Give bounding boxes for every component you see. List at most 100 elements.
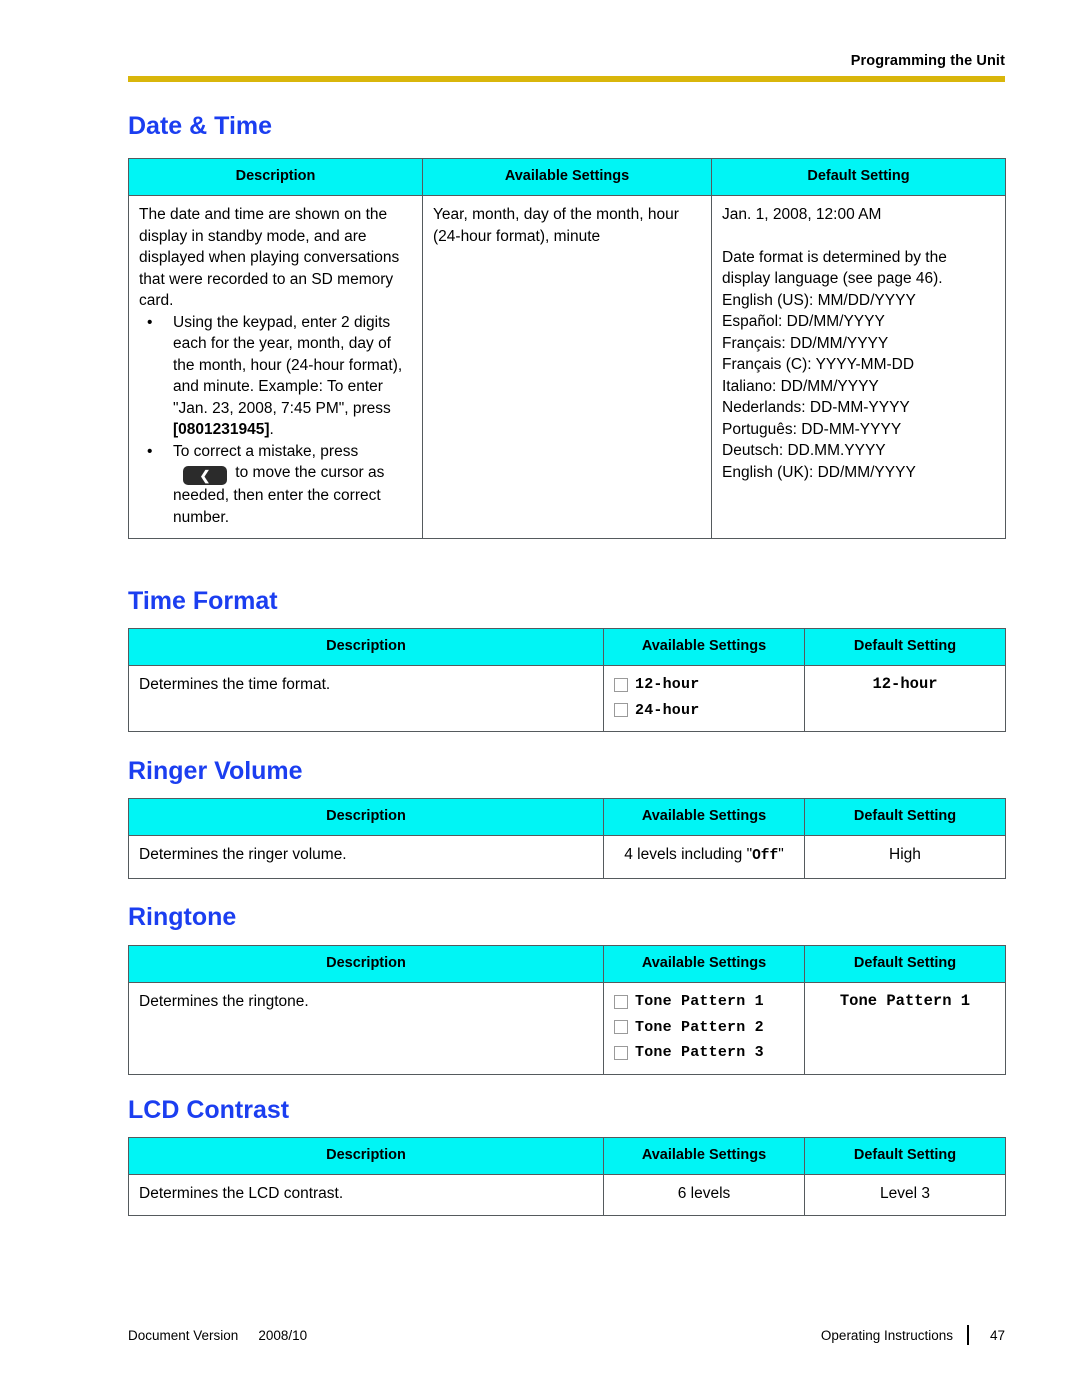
footer-document-version: Document Version 2008/10	[128, 1328, 307, 1343]
col-header-available-settings: Available Settings	[422, 158, 712, 196]
col-header-available-settings: Available Settings	[603, 628, 805, 666]
option-row[interactable]: 24-hour	[614, 700, 794, 722]
option-label: Tone Pattern 2	[635, 1018, 764, 1036]
header-rule	[128, 76, 1005, 82]
bullet-text-before: To correct a mistake, press	[173, 442, 359, 460]
table-header-row: Description Available Settings Default S…	[128, 798, 1006, 836]
col-header-default-setting: Default Setting	[804, 1137, 1006, 1175]
table-ringtone: Description Available Settings Default S…	[128, 945, 1006, 1075]
doc-version-label: Document Version	[128, 1327, 239, 1343]
bullet-text-after: .	[269, 421, 274, 438]
cell-description: Determines the ringtone.	[128, 982, 604, 1075]
cell-available-settings: 4 levels including "Off"	[603, 835, 805, 879]
table-row: Determines the LCD contrast. 6 levels Le…	[128, 1174, 1006, 1216]
table-time-format: Description Available Settings Default S…	[128, 628, 1006, 732]
checkbox-icon[interactable]	[614, 994, 628, 1009]
col-header-default-setting: Default Setting	[804, 628, 1006, 666]
col-header-description: Description	[128, 1137, 604, 1175]
table-ringer-volume: Description Available Settings Default S…	[128, 798, 1006, 879]
table-date-time: Description Available Settings Default S…	[128, 158, 1006, 539]
table-header-row: Description Available Settings Default S…	[128, 1137, 1006, 1175]
option-label: Tone Pattern 1	[635, 993, 764, 1010]
section-title-ringer-volume: Ringer Volume	[128, 757, 303, 785]
keypad-sequence: [0801231945]	[173, 421, 270, 438]
list-item: Using the keypad, enter 2 digits each fo…	[139, 312, 412, 441]
cell-description: The date and time are shown on the displ…	[128, 195, 423, 539]
option-row[interactable]: Tone Pattern 1	[614, 991, 794, 1013]
checkbox-icon[interactable]	[614, 1045, 628, 1060]
cell-description: Determines the time format.	[128, 665, 604, 732]
date-format-list: English (US): MM/DD/YYYY Español: DD/MM/…	[722, 290, 995, 484]
option-row[interactable]: Tone Pattern 2	[614, 1017, 794, 1039]
doc-version-value: 2008/10	[258, 1327, 308, 1343]
option-row[interactable]: 12-hour	[614, 674, 794, 696]
option-label: 12-hour	[635, 676, 700, 693]
cell-description: Determines the ringer volume.	[128, 835, 604, 879]
date-format-item: English (UK): DD/MM/YYYY	[722, 463, 916, 481]
available-suffix: "	[778, 846, 784, 863]
default-note: Date format is determined by the display…	[722, 248, 947, 288]
table-row: Determines the ringtone. Tone Pattern 1 …	[128, 982, 1006, 1075]
table-header-row: Description Available Settings Default S…	[128, 158, 1006, 196]
table-row: Determines the ringer volume. 4 levels i…	[128, 835, 1006, 879]
col-header-description: Description	[128, 945, 604, 983]
checkbox-icon[interactable]	[614, 1020, 628, 1035]
col-header-description: Description	[128, 798, 604, 836]
col-header-description: Description	[128, 628, 604, 666]
description-bullet-list: Using the keypad, enter 2 digits each fo…	[139, 312, 412, 529]
available-prefix: 4 levels including "	[624, 846, 753, 863]
date-format-item: Français: DD/MM/YYYY	[722, 334, 889, 352]
page-footer: Document Version 2008/10 Operating Instr…	[128, 1325, 1005, 1345]
manual-name: Operating Instructions	[820, 1327, 953, 1343]
left-arrow-key-icon: ❮	[183, 466, 227, 485]
option-label: Tone Pattern 3	[635, 1044, 764, 1061]
col-header-available-settings: Available Settings	[603, 1137, 805, 1175]
cell-default-setting: High	[804, 835, 1006, 879]
cell-available-settings: 6 levels	[603, 1174, 805, 1216]
cell-description: Determines the LCD contrast.	[128, 1174, 604, 1216]
col-header-default-setting: Default Setting	[804, 798, 1006, 836]
cell-default-setting: 12-hour	[804, 665, 1006, 732]
date-format-item: Español: DD/MM/YYYY	[722, 313, 885, 330]
cell-default-setting: Level 3	[804, 1174, 1006, 1216]
date-format-item: Português: DD-MM-YYYY	[722, 420, 902, 438]
col-header-description: Description	[128, 158, 423, 196]
date-format-item: English (US): MM/DD/YYYY	[722, 291, 916, 309]
cell-available-settings: Year, month, day of the month, hour (24-…	[422, 195, 712, 539]
table-header-row: Description Available Settings Default S…	[128, 945, 1006, 983]
date-format-item: Nederlands: DD-MM-YYYY	[722, 399, 910, 416]
col-header-default-setting: Default Setting	[804, 945, 1006, 983]
available-mono-value: Off	[752, 848, 779, 864]
page-header: Programming the Unit	[128, 52, 1005, 82]
cell-default-setting: Tone Pattern 1	[804, 982, 1006, 1075]
date-format-item: Italiano: DD/MM/YYYY	[722, 377, 879, 395]
checkbox-icon[interactable]	[614, 677, 628, 692]
bullet-text-before: Using the keypad, enter 2 digits each fo…	[173, 313, 403, 417]
default-value: Jan. 1, 2008, 12:00 AM	[722, 206, 882, 223]
table-row: Determines the time format. 12-hour 24-h…	[128, 665, 1006, 732]
section-title-date-time: Date & Time	[128, 112, 273, 140]
footer-divider	[967, 1325, 969, 1345]
date-format-item: Deutsch: DD.MM.YYYY	[722, 442, 886, 459]
cell-available-settings: Tone Pattern 1 Tone Pattern 2 Tone Patte…	[603, 982, 805, 1075]
date-format-item: Français (C): YYYY-MM-DD	[722, 356, 915, 373]
option-label: 24-hour	[635, 701, 700, 719]
col-header-available-settings: Available Settings	[603, 798, 805, 836]
cell-available-settings: 12-hour 24-hour	[603, 665, 805, 732]
section-title-lcd-contrast: LCD Contrast	[128, 1096, 290, 1124]
col-header-default-setting: Default Setting	[711, 158, 1006, 196]
section-title-ringtone: Ringtone	[128, 903, 237, 931]
table-lcd-contrast: Description Available Settings Default S…	[128, 1137, 1006, 1216]
option-row[interactable]: Tone Pattern 3	[614, 1042, 794, 1064]
section-title-time-format: Time Format	[128, 587, 278, 615]
list-item: To correct a mistake, press ❮ to move th…	[139, 441, 412, 529]
document-page: Programming the Unit Date & Time Descrip…	[0, 0, 1080, 1397]
running-head: Programming the Unit	[850, 53, 1005, 69]
checkbox-icon[interactable]	[614, 703, 628, 718]
description-paragraph: The date and time are shown on the displ…	[139, 206, 400, 309]
table-header-row: Description Available Settings Default S…	[128, 628, 1006, 666]
page-number: 47	[989, 1327, 1005, 1343]
table-row: The date and time are shown on the displ…	[128, 195, 1006, 539]
footer-manual-info: Operating Instructions 47	[821, 1325, 1005, 1345]
col-header-available-settings: Available Settings	[603, 945, 805, 983]
